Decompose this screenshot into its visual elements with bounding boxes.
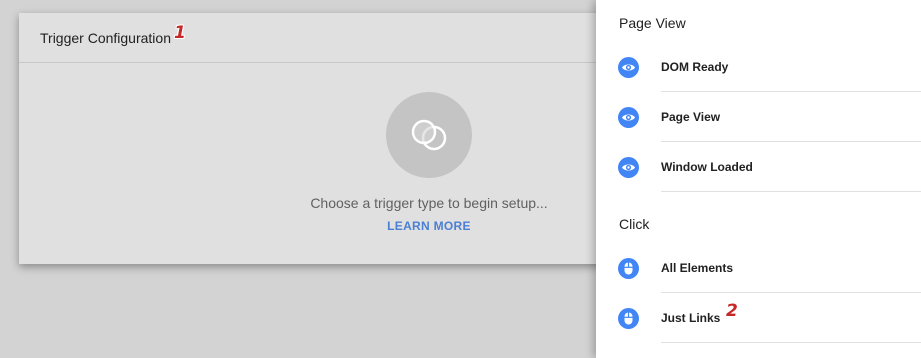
trigger-type-all-elements[interactable]: All Elements bbox=[596, 243, 921, 293]
trigger-type-label: All Elements bbox=[661, 261, 734, 275]
annotation-marker-2: 2 bbox=[726, 301, 738, 321]
section-label-page-view: Page View bbox=[619, 15, 686, 31]
learn-more-link[interactable]: LEARN MORE bbox=[19, 219, 609, 233]
trigger-type-label: Window Loaded bbox=[661, 160, 753, 174]
mouse-icon bbox=[618, 308, 639, 329]
mouse-icon bbox=[618, 258, 639, 279]
trigger-type-label: Page View bbox=[661, 110, 721, 124]
trigger-type-window-loaded[interactable]: Window Loaded bbox=[596, 142, 921, 192]
empty-state-message: Choose a trigger type to begin setup... bbox=[310, 195, 548, 211]
trigger-type-label: DOM Ready bbox=[661, 60, 729, 74]
trigger-type-label: Just Links bbox=[661, 311, 721, 325]
trigger-type-just-links[interactable]: Just Links bbox=[596, 293, 921, 343]
trigger-placeholder-icon[interactable] bbox=[386, 92, 472, 178]
divider bbox=[661, 342, 921, 343]
card-header: Trigger Configuration 1 bbox=[19, 13, 609, 63]
eye-icon bbox=[618, 57, 639, 78]
annotation-marker-1: 1 bbox=[174, 23, 186, 43]
divider bbox=[661, 191, 921, 192]
eye-icon bbox=[618, 157, 639, 178]
card-title: Trigger Configuration bbox=[40, 30, 171, 46]
eye-icon bbox=[618, 107, 639, 128]
trigger-configuration-card: Trigger Configuration 1 Choose a trigger… bbox=[19, 13, 609, 264]
trigger-type-page-view[interactable]: Page View bbox=[596, 92, 921, 142]
trigger-type-panel: Page View DOM Ready Page View Window Loa… bbox=[596, 0, 921, 358]
section-label-click: Click bbox=[619, 216, 650, 232]
trigger-type-dom-ready[interactable]: DOM Ready bbox=[596, 42, 921, 92]
